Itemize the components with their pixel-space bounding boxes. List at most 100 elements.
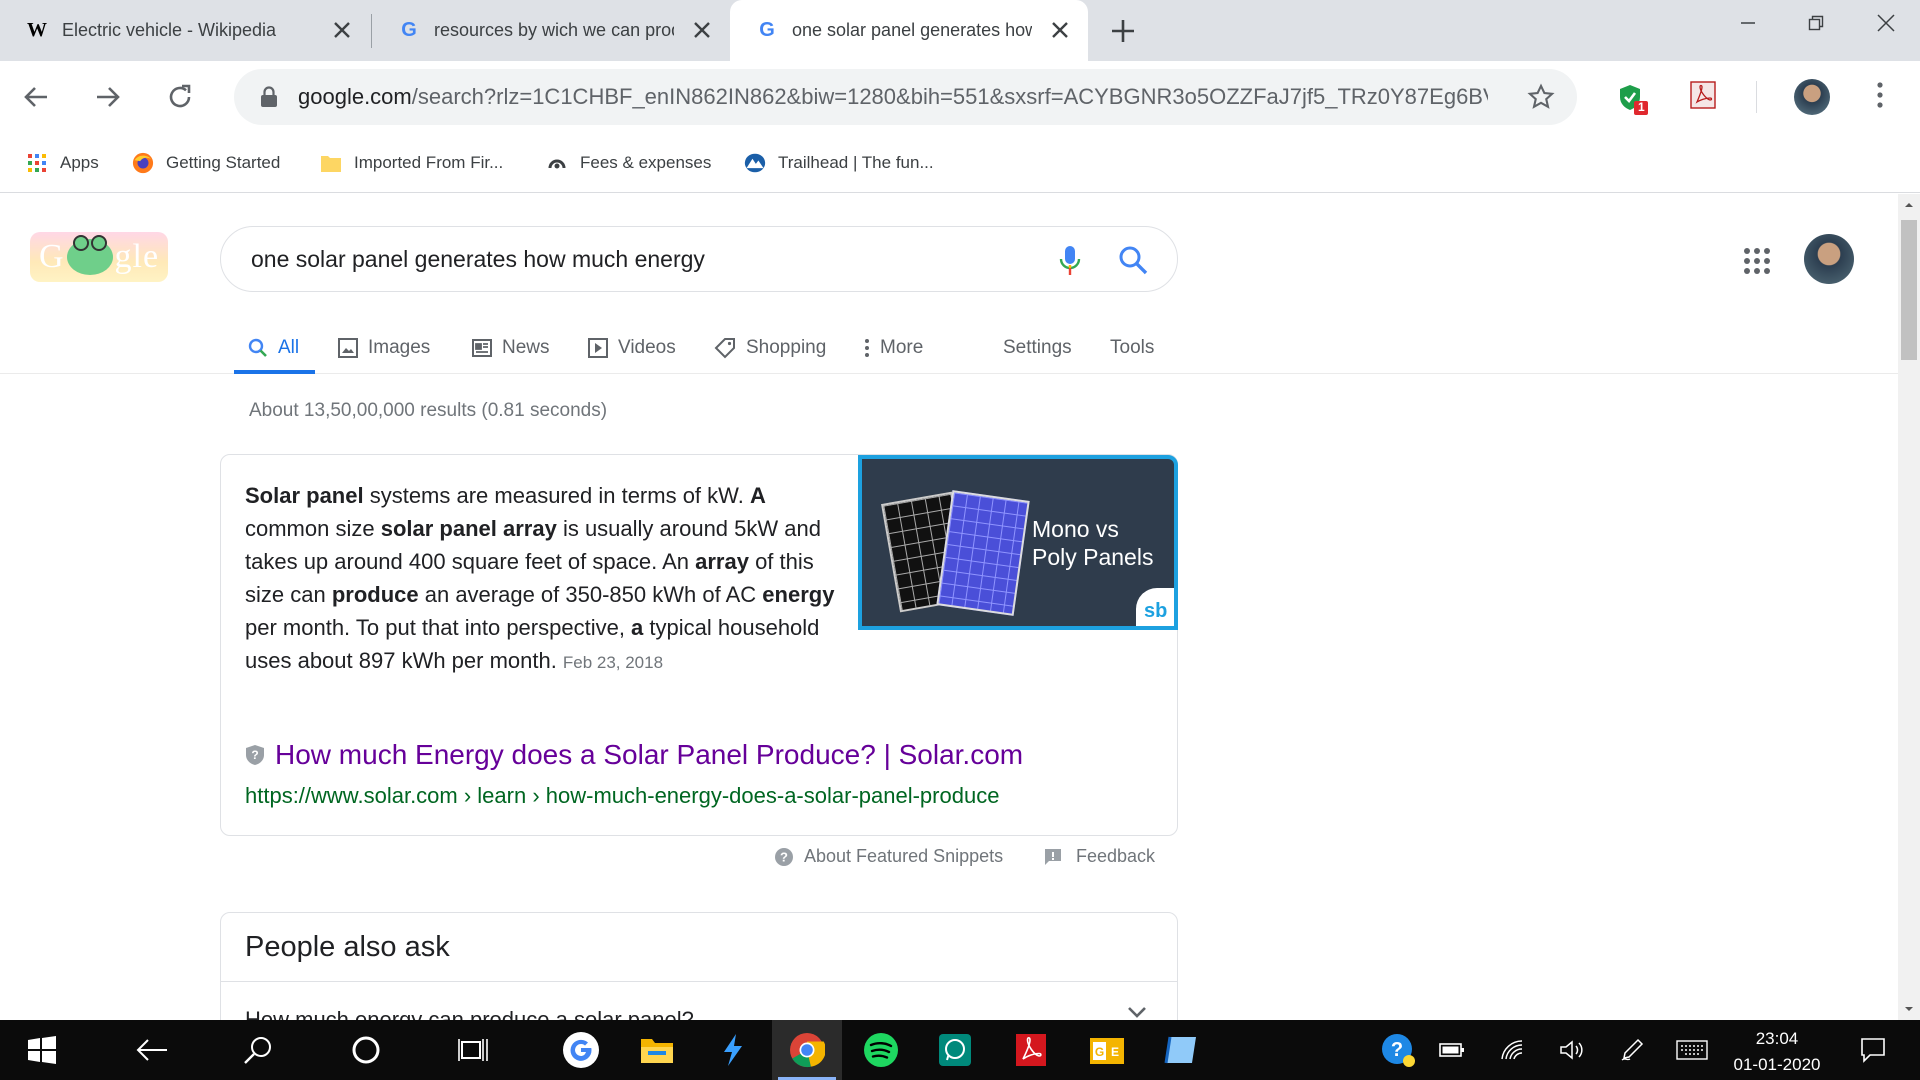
address-bar[interactable]: google.com/search?rlz=1C1CHBF_enIN862IN8… [234,69,1577,125]
restore-button[interactable] [1786,8,1846,38]
bookmark-trailhead[interactable]: Trailhead | The fun... [744,148,934,178]
wifi-tray-icon[interactable] [1490,1020,1534,1080]
tab-tools[interactable]: Tools [1110,322,1154,374]
vscode-taskbar[interactable] [702,1020,764,1080]
tab-more[interactable]: More [864,322,923,374]
forward-button[interactable] [90,79,126,115]
file-explorer-taskbar[interactable] [626,1020,688,1080]
help-tray-icon[interactable]: ? [1376,1020,1420,1080]
chevron-down-icon[interactable] [1127,1005,1147,1019]
google-app-taskbar[interactable] [550,1020,612,1080]
tab-electric-vehicle[interactable]: W Electric vehicle - Wikipedia [0,0,370,61]
scroll-down-arrow-icon[interactable] [1898,1002,1920,1016]
bookmark-star-icon[interactable] [1527,83,1555,111]
tab-solar-panel-active[interactable]: G one solar panel generates how [730,0,1088,61]
bookmarks-bar: Apps Getting Started Imported From Fir..… [0,133,1920,193]
snippet-image[interactable]: Mono vs Poly Panels sb [858,455,1178,630]
trailhead-icon [744,152,766,174]
tab-label: Tools [1110,337,1155,358]
paa-heading: People also ask [245,931,450,963]
task-view-icon [458,1039,488,1061]
bookmark-getting-started[interactable]: Getting Started [132,148,280,178]
scrollbar-thumb[interactable] [1901,220,1917,360]
notes-app-taskbar[interactable] [1150,1020,1212,1080]
close-tab-icon[interactable] [690,18,714,42]
tab-label: More [880,337,924,358]
tab-title: resources by wich we can prod [434,20,674,40]
tab-news[interactable]: News [472,322,550,374]
bookmark-fees-expenses[interactable]: Fees & expenses [546,148,711,178]
battery-tray-icon[interactable] [1430,1020,1474,1080]
paa-question[interactable]: How much energy can produce a solar pane… [245,1007,694,1020]
tab-strip: W Electric vehicle - Wikipedia G resourc… [0,0,1920,61]
bookmark-imported-folder[interactable]: Imported From Fir... [320,148,503,178]
svg-text:?: ? [1391,1039,1403,1061]
reload-button[interactable] [162,79,198,115]
tab-images[interactable]: Images [338,322,430,374]
url-text[interactable]: google.com/search?rlz=1C1CHBF_enIN862IN8… [298,84,1488,110]
google-apps-icon[interactable] [1744,248,1770,274]
result-url[interactable]: https://www.solar.com › learn › how-much… [245,783,999,809]
back-taskbar-button[interactable] [124,1020,180,1080]
search-results-page: Ggle All Images News Videos Shopping [0,194,1898,1020]
profile-avatar[interactable] [1794,79,1830,115]
tab-label: All [278,337,300,358]
google-doodle-logo[interactable]: Ggle [30,232,168,282]
acrobat-icon [1016,1034,1046,1066]
task-view-button[interactable] [446,1020,502,1080]
minimize-button[interactable] [1718,8,1778,38]
search-taskbar-button[interactable] [230,1020,286,1080]
tab-resources[interactable]: G resources by wich we can prod [372,0,730,61]
start-button[interactable] [14,1020,70,1080]
chrome-taskbar[interactable] [772,1020,842,1080]
paa-divider [221,981,1177,982]
search-icon[interactable] [1118,245,1148,275]
clock-date: 01-01-2020 [1733,1055,1821,1074]
snippet-bold-term: Solar panel [245,483,364,508]
tab-videos[interactable]: Videos [588,322,676,374]
touch-keyboard-tray-icon[interactable] [1668,1020,1716,1080]
taskbar-clock[interactable]: 23:04 01-01-2020 [1712,1026,1842,1078]
tab-label: Settings [1003,337,1072,358]
feedback-link[interactable]: Feedback [1044,846,1155,867]
close-tab-icon[interactable] [1048,18,1072,42]
search-small-icon [248,338,268,358]
battery-icon [1439,1043,1464,1057]
page-scrollbar[interactable] [1898,194,1920,1020]
bookmark-label: Getting Started [166,153,281,172]
cortana-button[interactable] [338,1020,394,1080]
microphone-icon[interactable] [1059,245,1081,277]
back-button[interactable] [18,79,54,115]
featured-snippet: Solar panel systems are measured in term… [220,454,1178,836]
snippet-text-run: systems are measured in terms of kW. [363,483,750,508]
security-extension-button[interactable]: 1 [1618,83,1648,120]
office-taskbar[interactable]: GE [1076,1020,1138,1080]
pdf-extension-button[interactable] [1690,81,1716,114]
search-input[interactable] [249,239,1029,279]
result-title-link[interactable]: ? How much Energy does a Solar Panel Pro… [245,739,1023,771]
close-tab-icon[interactable] [330,18,354,42]
chrome-menu-button[interactable] [1876,81,1884,114]
new-tab-button[interactable] [1106,14,1140,48]
close-window-button[interactable] [1856,8,1916,38]
about-featured-snippets-link[interactable]: ? About Featured Snippets [774,846,1003,867]
pen-tray-icon[interactable] [1610,1020,1654,1080]
acrobat-taskbar[interactable] [1000,1020,1062,1080]
whatsapp-taskbar[interactable] [924,1020,986,1080]
scroll-up-arrow-icon[interactable] [1898,198,1920,212]
spotify-icon [864,1033,898,1067]
tab-all[interactable]: All [234,322,316,374]
snippet-bold-term: array [695,549,749,574]
google-g-icon [563,1032,599,1068]
caption-line-1: Mono vs [1032,516,1119,542]
account-avatar[interactable] [1804,234,1854,284]
bookmark-apps[interactable]: Apps [26,148,99,178]
windows-logo-icon [28,1036,56,1064]
volume-tray-icon[interactable] [1550,1020,1594,1080]
action-center-button[interactable] [1850,1020,1896,1080]
tab-settings[interactable]: Settings [1003,322,1072,374]
tab-shopping[interactable]: Shopping [714,322,826,374]
spotify-taskbar[interactable] [850,1020,912,1080]
tab-title: Electric vehicle - Wikipedia [62,20,277,40]
tab-label: Videos [618,337,676,358]
